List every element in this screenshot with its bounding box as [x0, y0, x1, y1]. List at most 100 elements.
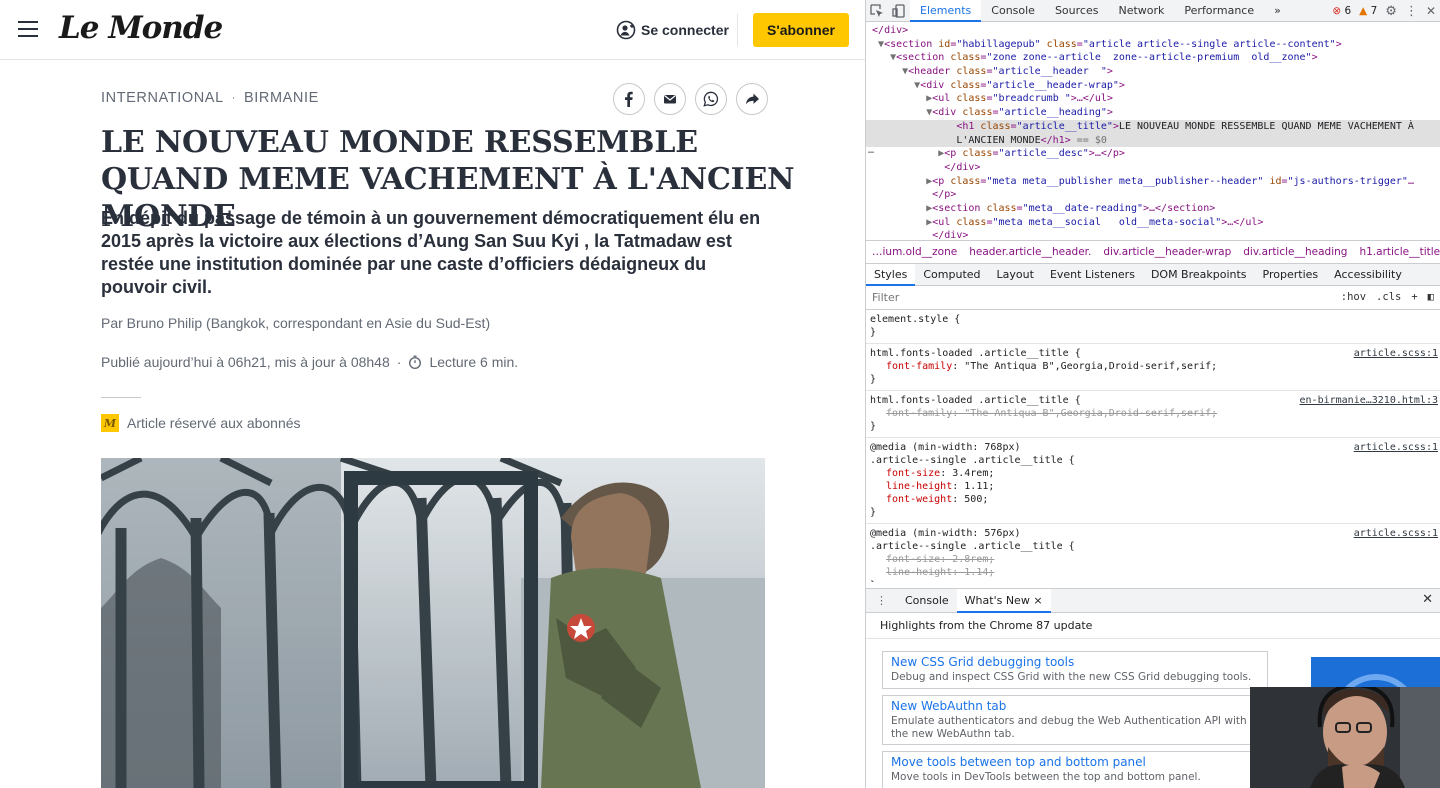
card-title[interactable]: New CSS Grid debugging tools	[891, 655, 1259, 670]
login-link[interactable]: Se connecter	[616, 20, 729, 40]
rule-selector[interactable]: .article--single .article__title {	[870, 454, 1436, 467]
dom-node-line[interactable]: ▼<section id="habillagepub" class="artic…	[866, 38, 1440, 52]
close-drawer-icon[interactable]: ✕	[1422, 592, 1433, 607]
rule-source-link[interactable]: en-birmanie…3210.html:3	[1300, 394, 1438, 407]
tab-drawer-console[interactable]: Console	[897, 589, 957, 613]
tab-computed[interactable]: Computed	[915, 264, 988, 286]
kebab-menu-icon[interactable]: ⋮	[1405, 4, 1418, 19]
dom-node-line[interactable]: <h1 class="article__title">LE NOUVEAU MO…	[866, 119, 1440, 134]
dom-node-line[interactable]: L'ANCIEN MONDE</h1> == $0	[866, 133, 1440, 148]
whats-new-card[interactable]: New WebAuthn tab Emulate authenticators …	[882, 695, 1268, 745]
gear-icon[interactable]: ⚙	[1385, 4, 1397, 19]
error-counter[interactable]: ⊗ 6	[1332, 5, 1351, 17]
dom-node-line[interactable]: </div>	[866, 24, 1440, 38]
card-title[interactable]: Move tools between top and bottom panel	[891, 755, 1259, 770]
dom-node-line[interactable]: ▶<ul class="breadcrumb ">…</ul>	[866, 92, 1440, 106]
menu-icon[interactable]	[18, 21, 38, 37]
dom-crumb[interactable]: div.article__heading	[1243, 246, 1347, 258]
tab-properties[interactable]: Properties	[1255, 264, 1327, 286]
css-declaration[interactable]: font-family: "The Antiqua B",Georgia,Dro…	[870, 407, 1436, 420]
dom-node-line[interactable]: ▼<div class="article__heading">	[866, 106, 1440, 120]
styles-filter-input[interactable]	[872, 291, 1302, 304]
css-declaration[interactable]: font-size: 2.8rem;	[870, 553, 1436, 566]
dom-node-line[interactable]: ▼<section class="zone zone--article zone…	[866, 51, 1440, 65]
more-share-button[interactable]	[736, 83, 768, 115]
css-declaration[interactable]: line-height: 1.14;	[870, 566, 1436, 579]
dom-node-line[interactable]: ▼<div class="article__header-wrap">	[866, 79, 1440, 93]
rule-close: }	[870, 507, 877, 518]
more-tabs-button[interactable]: »	[1264, 0, 1291, 22]
soldier-behind-gate-photo	[101, 458, 765, 788]
node-actions-icon[interactable]: …	[868, 144, 874, 158]
dom-crumb[interactable]: …ium.old__zone	[872, 246, 957, 258]
tab-network[interactable]: Network	[1108, 0, 1174, 22]
hover-state-toggle[interactable]: :hov	[1341, 291, 1366, 303]
dom-crumb[interactable]: header.article__header.	[969, 246, 1091, 258]
tab-event-listeners[interactable]: Event Listeners	[1042, 264, 1143, 286]
css-declaration[interactable]: font-family: "The Antiqua B",Georgia,Dro…	[870, 360, 1436, 373]
rule-selector[interactable]: element.style {	[870, 313, 1436, 326]
tab-dom-breakpoints[interactable]: DOM Breakpoints	[1143, 264, 1255, 286]
dom-node-line[interactable]: ▶<p class="meta meta__publisher meta__pu…	[866, 175, 1440, 189]
devtools-tabbar: Elements Console Sources Network Perform…	[866, 0, 1440, 22]
dom-node-line[interactable]: ▶<ul class="meta meta__social old__meta-…	[866, 216, 1440, 230]
css-declaration[interactable]: font-weight: 500;	[870, 493, 1436, 506]
drawer-menu-icon[interactable]: ⋮	[866, 594, 897, 607]
css-rule[interactable]: element.style {}	[866, 310, 1440, 344]
rule-selector[interactable]: html.fonts-loaded .article__title {	[870, 347, 1436, 360]
css-rule[interactable]: article.scss:1 @media (min-width: 768px).…	[866, 438, 1440, 524]
card-title[interactable]: New WebAuthn tab	[891, 699, 1259, 714]
css-declaration[interactable]: line-height: 1.11;	[870, 480, 1436, 493]
inspect-element-icon[interactable]	[866, 0, 888, 22]
device-toolbar-icon[interactable]	[888, 0, 910, 22]
dom-crumb[interactable]: div.article__header-wrap	[1103, 246, 1231, 258]
class-toggle[interactable]: .cls	[1376, 291, 1401, 303]
tab-styles[interactable]: Styles	[866, 263, 916, 286]
rule-selector[interactable]: .article--single .article__title {	[870, 540, 1436, 553]
rule-source-link[interactable]: article.scss:1	[1354, 441, 1438, 454]
card-description: Emulate authenticators and debug the Web…	[891, 715, 1247, 740]
new-style-rule-icon[interactable]: +	[1411, 291, 1417, 303]
share-buttons	[613, 83, 768, 115]
email-share-button[interactable]	[654, 83, 686, 115]
tab-layout[interactable]: Layout	[989, 264, 1042, 286]
close-tab-icon[interactable]: ×	[1033, 594, 1042, 607]
dom-node-line[interactable]: ▶<p class="article__desc">…</p>	[866, 147, 1440, 161]
rule-source-link[interactable]: article.scss:1	[1354, 527, 1438, 540]
css-rule[interactable]: article.scss:1 html.fonts-loaded .article…	[866, 344, 1440, 391]
breadcrumb-birmanie[interactable]: BIRMANIE	[244, 90, 319, 106]
subscribe-button[interactable]: S'abonner	[753, 13, 849, 47]
tab-accessibility[interactable]: Accessibility	[1326, 264, 1410, 286]
tab-elements[interactable]: Elements	[910, 0, 982, 22]
warning-counter[interactable]: ▲ 7	[1359, 5, 1377, 17]
whats-new-card[interactable]: Move tools between top and bottom panel …	[882, 751, 1268, 788]
breadcrumb-international[interactable]: INTERNATIONAL	[101, 90, 224, 106]
dom-node-line[interactable]: </div>	[866, 229, 1440, 240]
site-logo[interactable]: Le Monde	[59, 10, 223, 46]
dom-node-line[interactable]: ▶<section class="meta__date-reading">…</…	[866, 202, 1440, 216]
whats-new-card[interactable]: New CSS Grid debugging tools Debug and i…	[882, 651, 1268, 689]
tab-sources[interactable]: Sources	[1045, 0, 1109, 22]
rule-source-link[interactable]: article.scss:1	[1354, 347, 1438, 360]
dom-crumb[interactable]: h1.article__title	[1359, 246, 1440, 258]
tab-whats-new[interactable]: What's New ×	[956, 588, 1051, 613]
css-rule[interactable]: article.scss:1 @media (min-width: 576px).…	[866, 524, 1440, 582]
css-declaration[interactable]: font-size: 3.4rem;	[870, 467, 1436, 480]
tab-console[interactable]: Console	[981, 0, 1045, 22]
dom-node-line[interactable]: ▼<header class="article__header ">	[866, 65, 1440, 79]
tab-performance[interactable]: Performance	[1174, 0, 1264, 22]
subscribers-only-label: Article réservé aux abonnés	[127, 415, 301, 431]
header-divider	[737, 14, 738, 46]
whatsapp-share-button[interactable]	[695, 83, 727, 115]
devtools-status: ⊗ 6 ▲ 7 ⚙ ⋮ ✕	[1332, 0, 1436, 22]
dom-node-line[interactable]: </div>	[866, 161, 1440, 175]
rule-close: }	[870, 579, 1436, 582]
article-author[interactable]: Par Bruno Philip (Bangkok, correspondant…	[101, 315, 490, 331]
dom-node-line[interactable]: </p>	[866, 188, 1440, 202]
le-monde-article-page: Le Monde Se connecter S'abonner INTERNAT…	[0, 0, 865, 788]
css-rule[interactable]: en-birmanie…3210.html:3 html.fonts-loaded…	[866, 391, 1440, 438]
close-devtools-icon[interactable]: ✕	[1426, 4, 1436, 18]
facebook-share-button[interactable]	[613, 83, 645, 115]
facebook-icon	[625, 91, 633, 107]
toggle-sidebar-icon[interactable]: ◧	[1428, 291, 1434, 303]
